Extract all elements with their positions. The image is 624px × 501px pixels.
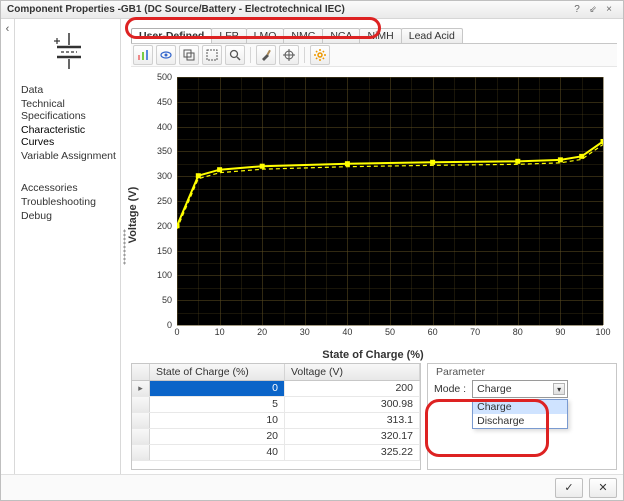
zoom-in-icon[interactable]	[225, 45, 245, 65]
row-header[interactable]	[132, 445, 150, 460]
y-tick: 450	[157, 97, 175, 107]
row-header[interactable]	[132, 429, 150, 444]
cell-voltage[interactable]: 200	[285, 381, 420, 396]
row-header[interactable]	[132, 397, 150, 412]
y-tick: 350	[157, 146, 175, 156]
tab-nimh[interactable]: NiMH	[359, 28, 401, 43]
y-tick: 300	[157, 171, 175, 181]
nav-item-data[interactable]: Data	[21, 83, 116, 97]
param-group-title: Parameter	[434, 366, 610, 380]
pin-icon[interactable]: ⇙	[585, 4, 601, 15]
col-voltage[interactable]: Voltage (V)	[285, 364, 420, 380]
y-axis-label: Voltage (V)	[127, 187, 139, 244]
help-icon[interactable]: ?	[569, 4, 585, 15]
titlebar: Component Properties -GB1 (DC Source/Bat…	[1, 1, 623, 19]
eye-icon[interactable]	[156, 45, 176, 65]
gear-icon[interactable]	[310, 45, 330, 65]
chart-area: Voltage (V) State of Charge (%) 05010015…	[131, 67, 617, 359]
y-tick: 200	[157, 221, 175, 231]
cell-soc[interactable]: 5	[150, 397, 285, 412]
mode-label: Mode :	[434, 383, 466, 395]
param-panel: Parameter Mode : Charge ▾ Charge Dischar…	[427, 363, 617, 470]
y-tick: 500	[157, 72, 175, 82]
col-soc[interactable]: State of Charge (%)	[150, 364, 285, 380]
data-table: State of Charge (%) Voltage (V) ▸0200530…	[131, 363, 421, 470]
x-tick: 20	[257, 326, 267, 337]
nav-item-tech-spec[interactable]: Technical Specifications	[21, 97, 116, 123]
tab-nca[interactable]: NCA	[322, 28, 360, 43]
cell-soc[interactable]: 0	[150, 381, 285, 396]
table-row[interactable]: 40325.22	[132, 445, 420, 461]
component-symbol	[21, 23, 116, 79]
cell-voltage[interactable]: 325.22	[285, 445, 420, 460]
ok-button[interactable]: ✓	[555, 478, 583, 498]
x-tick: 80	[513, 326, 523, 337]
chevron-left-icon: ‹	[6, 23, 10, 35]
mode-option-charge[interactable]: Charge	[473, 400, 567, 414]
table-row[interactable]: 10313.1	[132, 413, 420, 429]
cell-soc[interactable]: 20	[150, 429, 285, 444]
nav-item-var-assign[interactable]: Variable Assignment	[21, 149, 116, 163]
chevron-down-icon: ▾	[553, 383, 565, 395]
cell-soc[interactable]: 10	[150, 413, 285, 428]
cell-voltage[interactable]: 300.98	[285, 397, 420, 412]
chart-type-icon[interactable]	[133, 45, 153, 65]
cell-soc[interactable]: 40	[150, 445, 285, 460]
cell-voltage[interactable]: 320.17	[285, 429, 420, 444]
nav-item-accessories[interactable]: Accessories	[21, 181, 116, 195]
brush-icon[interactable]	[256, 45, 276, 65]
x-tick: 100	[595, 326, 610, 337]
x-tick: 70	[470, 326, 480, 337]
tab-lfp[interactable]: LFP	[211, 28, 246, 43]
y-tick: 50	[162, 295, 175, 305]
y-tick: 250	[157, 196, 175, 206]
tab-lead-acid[interactable]: Lead Acid	[401, 28, 463, 43]
mode-value: Charge	[477, 383, 511, 395]
layers-icon[interactable]	[179, 45, 199, 65]
nav-group-secondary: Accessories Troubleshooting Debug	[21, 177, 116, 227]
sidebar-collapse[interactable]: ‹	[1, 19, 15, 474]
table-row[interactable]: 20320.17	[132, 429, 420, 445]
y-tick: 100	[157, 270, 175, 280]
tab-user-defined[interactable]: User-Defined	[131, 28, 212, 43]
x-tick: 40	[342, 326, 352, 337]
mode-option-discharge[interactable]: Discharge	[473, 414, 567, 428]
main-panel: User-Defined LFP LMO NMC NCA NiMH Lead A…	[127, 19, 623, 474]
footer: ✓ ✕	[1, 474, 623, 500]
sidebar: Data Technical Specifications Characteri…	[15, 19, 121, 474]
nav-group-primary: Data Technical Specifications Characteri…	[21, 79, 116, 167]
table-row[interactable]: ▸0200	[132, 381, 420, 397]
nav-item-troubleshoot[interactable]: Troubleshooting	[21, 195, 116, 209]
x-tick: 30	[300, 326, 310, 337]
x-axis-label: State of Charge (%)	[137, 349, 609, 361]
close-icon[interactable]: ×	[601, 4, 617, 15]
x-tick: 50	[385, 326, 395, 337]
x-tick: 10	[215, 326, 225, 337]
tab-nmc[interactable]: NMC	[283, 28, 323, 43]
mode-dropdown: Charge Discharge	[472, 399, 568, 429]
zoom-window-icon[interactable]	[202, 45, 222, 65]
window-title: Component Properties -GB1 (DC Source/Bat…	[7, 4, 569, 15]
x-icon: ✕	[598, 481, 607, 494]
y-tick: 150	[157, 246, 175, 256]
cancel-button[interactable]: ✕	[589, 478, 617, 498]
x-tick: 0	[174, 326, 179, 337]
table-row[interactable]: 5300.98	[132, 397, 420, 413]
chart-toolbar	[131, 43, 617, 67]
chemistry-tabrow: User-Defined LFP LMO NMC NCA NiMH Lead A…	[131, 23, 617, 43]
mode-select[interactable]: Charge ▾ Charge Discharge	[472, 380, 568, 398]
window: Component Properties -GB1 (DC Source/Bat…	[0, 0, 624, 501]
plot[interactable]	[177, 77, 603, 325]
x-tick: 60	[428, 326, 438, 337]
tab-lmo[interactable]: LMO	[246, 28, 285, 43]
y-tick: 400	[157, 122, 175, 132]
check-icon: ✓	[564, 481, 573, 494]
nav-item-debug[interactable]: Debug	[21, 209, 116, 223]
nav-item-char-curves[interactable]: Characteristic Curves	[21, 123, 116, 149]
row-header[interactable]	[132, 413, 150, 428]
cell-voltage[interactable]: 313.1	[285, 413, 420, 428]
row-header[interactable]: ▸	[132, 381, 150, 396]
target-icon[interactable]	[279, 45, 299, 65]
x-tick: 90	[555, 326, 565, 337]
